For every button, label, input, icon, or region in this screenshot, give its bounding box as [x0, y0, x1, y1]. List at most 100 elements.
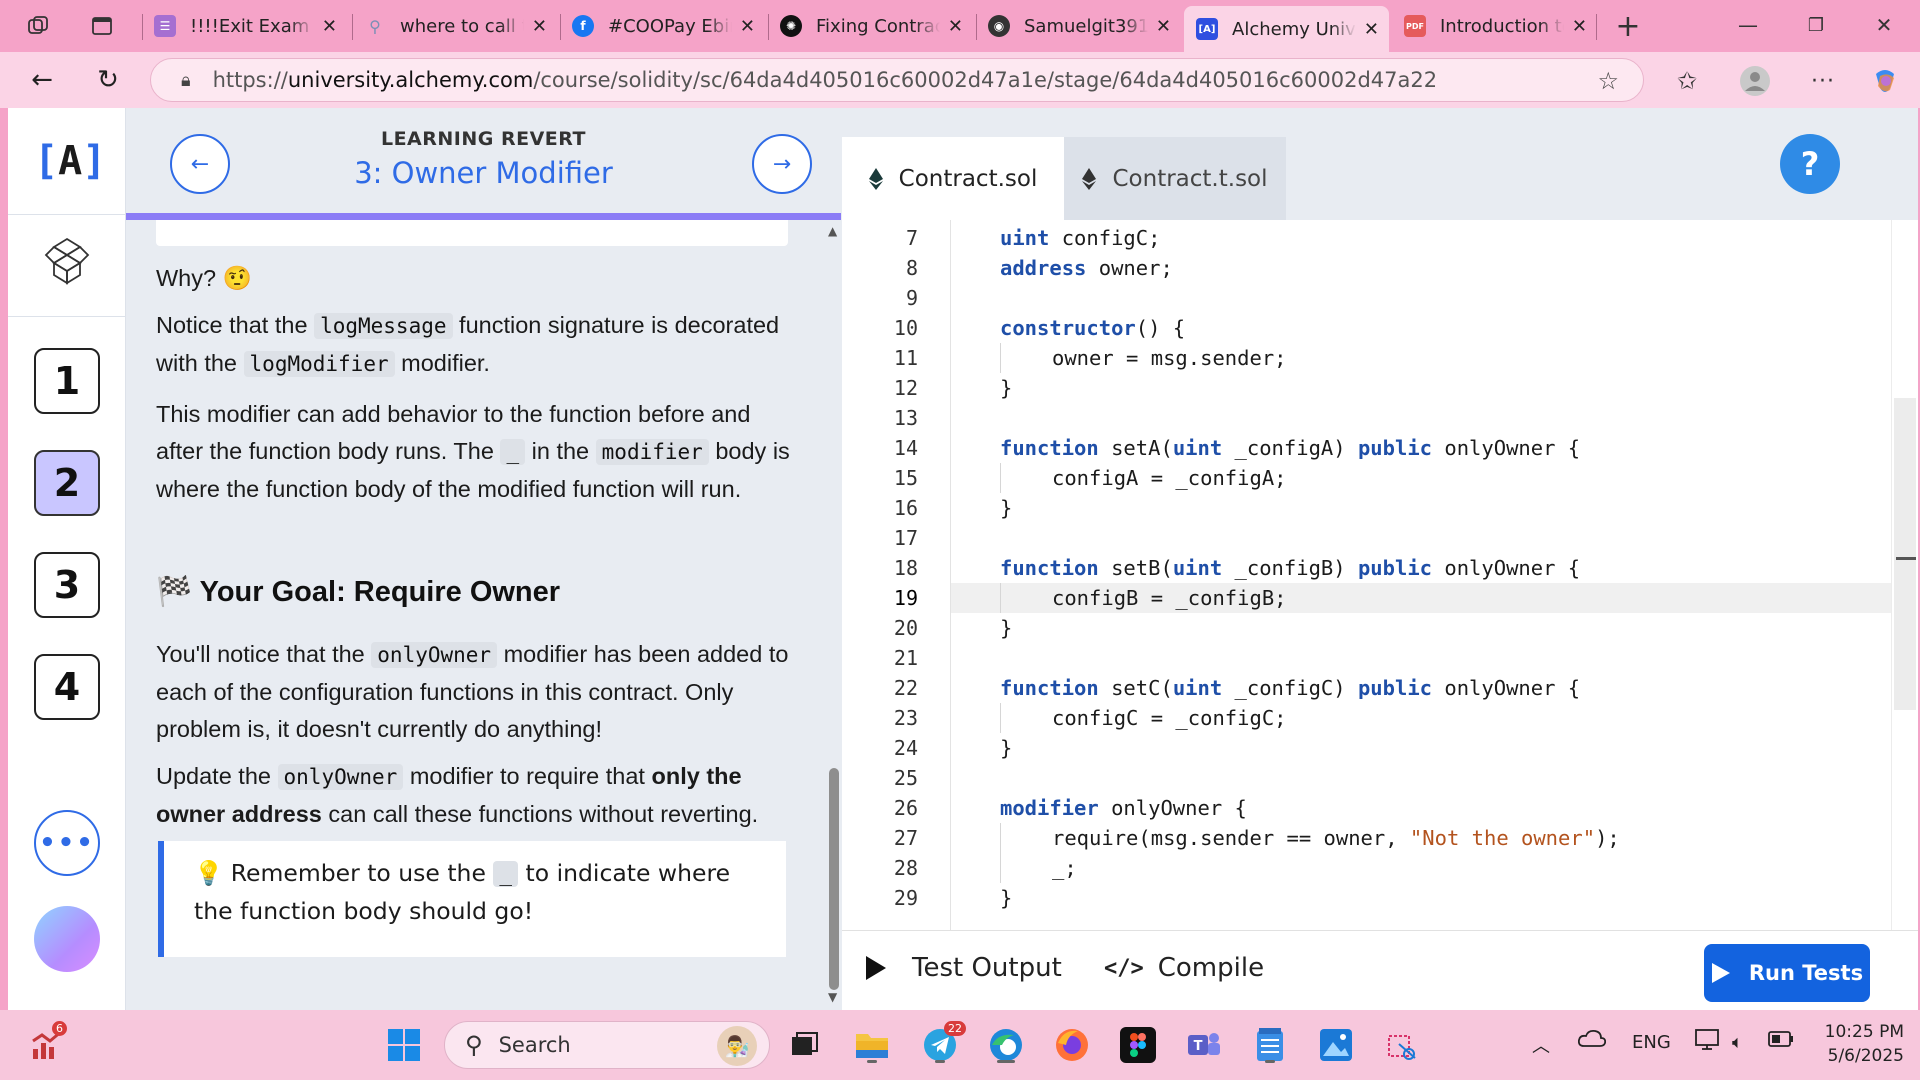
alchemy-favicon-icon: [A] [1196, 18, 1218, 40]
next-lesson-button[interactable]: → [752, 134, 812, 194]
restore-icon[interactable]: ❐ [1796, 10, 1836, 40]
code-editor[interactable]: 7 8 9 10 11 12 13 14 15 16 17 18 19 20 21 22 23 24 25 26 27 2… [842, 220, 1918, 930]
close-tab-icon[interactable]: ✕ [948, 16, 963, 37]
close-tab-icon[interactable]: ✕ [532, 16, 547, 37]
teams-icon[interactable]: T [1182, 1023, 1226, 1067]
battery-icon[interactable] [1768, 1030, 1794, 1053]
test-output-button[interactable]: Test Output [864, 953, 1062, 983]
code-line[interactable]: modifier onlyOwner { [1000, 793, 1247, 823]
code-line[interactable]: configC = _configC; [1052, 703, 1287, 733]
step-2-button[interactable]: 2 [34, 450, 100, 516]
profile-icon[interactable] [1738, 64, 1772, 98]
code-line[interactable]: } [1000, 733, 1012, 763]
refresh-icon[interactable]: ↻ [92, 64, 124, 96]
lesson-scrollbar[interactable]: ▲ ▼ [826, 220, 842, 1010]
close-window-icon[interactable]: ✕ [1864, 10, 1904, 40]
start-icon[interactable] [382, 1023, 426, 1067]
close-tab-icon[interactable]: ✕ [740, 16, 755, 37]
workspaces-icon[interactable] [24, 12, 52, 40]
vertical-tabs-icon[interactable] [88, 12, 116, 40]
close-tab-icon[interactable]: ✕ [1572, 16, 1587, 37]
photos-icon[interactable] [1314, 1023, 1358, 1067]
tab-label: Contract.t.sol [1112, 165, 1268, 192]
favorite-star-icon[interactable]: ☆ [1597, 67, 1619, 95]
browser-tab[interactable]: ✺ Fixing Contrac ✕ [768, 6, 973, 46]
code-line[interactable]: require(msg.sender == owner, "Not the ow… [1052, 823, 1620, 853]
new-tab-icon[interactable]: + [1614, 9, 1642, 44]
task-view-icon[interactable] [782, 1023, 826, 1067]
code-line[interactable]: function setC(uint _configC) public only… [1000, 673, 1580, 703]
figma-icon[interactable] [1116, 1023, 1160, 1067]
browser-tab[interactable]: f #COOPay Ebir ✕ [560, 6, 765, 46]
code-line[interactable]: } [1000, 493, 1012, 523]
code-line[interactable]: address owner; [1000, 253, 1173, 283]
help-button[interactable]: ? [1780, 134, 1840, 194]
play-icon [866, 956, 886, 980]
code-line[interactable]: uint configC; [1000, 223, 1160, 253]
notification-chart-icon[interactable]: 6 [26, 1021, 70, 1067]
code-line[interactable]: function setA(uint _configA) public only… [1000, 433, 1580, 463]
firefox-icon[interactable] [1050, 1023, 1094, 1067]
back-icon[interactable]: ← [26, 64, 58, 96]
run-tests-button[interactable]: Run Tests [1704, 944, 1870, 1002]
system-clock[interactable]: 10:25 PM 5/6/2025 [1810, 1020, 1904, 1068]
step-1-button[interactable]: 1 [34, 348, 100, 414]
line-number: 13 [893, 406, 918, 430]
browser-tab-active[interactable]: [A] Alchemy Unive ✕ [1184, 6, 1389, 52]
scroll-down-icon[interactable]: ▼ [828, 990, 837, 1004]
inline-code: logMessage [314, 313, 453, 339]
browser-tab[interactable]: ⚲ where to call t ✕ [352, 6, 557, 46]
close-tab-icon[interactable]: ✕ [1364, 19, 1379, 40]
alchemy-logo[interactable]: [A] [34, 138, 106, 184]
minimize-icon[interactable]: — [1728, 10, 1768, 40]
tab-contract-t-sol[interactable]: Contract.t.sol [1064, 137, 1286, 220]
favorites-icon[interactable]: ✩ [1670, 64, 1704, 98]
code-keyword: uint [1000, 226, 1050, 250]
step-3-button[interactable]: 3 [34, 552, 100, 618]
url-host: university.alchemy.com [287, 68, 534, 92]
code-line[interactable]: configA = _configA; [1052, 463, 1287, 493]
volume-icon[interactable]: 🔈︎ [1732, 1032, 1743, 1053]
user-avatar[interactable] [34, 906, 100, 972]
edge-browser-icon[interactable] [984, 1023, 1028, 1067]
code-line[interactable]: } [1000, 883, 1012, 913]
code-text: configB = _configB; [1052, 586, 1287, 610]
tab-contract-sol[interactable]: Contract.sol [842, 137, 1064, 220]
code-line[interactable]: function setB(uint _configB) public only… [1000, 553, 1580, 583]
inline-code: onlyOwner [371, 642, 498, 668]
code-line[interactable]: owner = msg.sender; [1052, 343, 1287, 373]
taskbar-search[interactable]: ⚲ Search 👨‍🔬 [444, 1021, 770, 1069]
editor-scroll-thumb[interactable] [1894, 398, 1916, 710]
close-tab-icon[interactable]: ✕ [322, 16, 337, 37]
language-indicator[interactable]: ENG [1632, 1032, 1671, 1053]
compile-button[interactable]: </> Compile [1104, 953, 1264, 983]
browser-tab[interactable]: ◉ Samuelgit3919 ✕ [976, 6, 1181, 46]
course-map-icon[interactable] [44, 236, 90, 286]
lesson-scroll-thumb[interactable] [829, 768, 839, 990]
paragraph: This modifier can add behavior to the fu… [156, 401, 790, 502]
snipping-tool-icon[interactable] [1380, 1023, 1424, 1067]
browser-tab[interactable]: PDF Introduction to ✕ [1392, 6, 1597, 46]
more-steps-button[interactable]: ••• [34, 810, 100, 876]
indent-guide [1000, 583, 1001, 613]
editor-scrollbar[interactable] [1891, 220, 1918, 930]
code-line[interactable]: } [1000, 613, 1012, 643]
close-tab-icon[interactable]: ✕ [1156, 16, 1171, 37]
notepad-icon[interactable] [1248, 1023, 1292, 1067]
scroll-up-icon[interactable]: ▲ [828, 224, 837, 238]
tab-title: Alchemy Unive [1232, 18, 1356, 40]
onedrive-icon[interactable] [1577, 1028, 1607, 1053]
chevron-up-icon[interactable]: ︿ [1532, 1032, 1550, 1058]
copilot-icon[interactable] [1868, 64, 1902, 98]
more-menu-icon[interactable]: ··· [1806, 64, 1840, 98]
code-line[interactable]: constructor() { [1000, 313, 1185, 343]
network-icon[interactable] [1694, 1028, 1720, 1057]
code-line[interactable]: } [1000, 373, 1012, 403]
step-4-button[interactable]: 4 [34, 654, 100, 720]
browser-tab[interactable]: ☰ !!!!Exit Exam Re ✕ [142, 6, 347, 46]
code-line[interactable]: _; [1052, 853, 1077, 883]
file-explorer-icon[interactable] [850, 1023, 894, 1067]
url-field[interactable]: 🔒︎ https://university.alchemy.com/course… [150, 58, 1644, 102]
telegram-icon[interactable]: 22 [918, 1021, 966, 1067]
code-line[interactable]: configB = _configB; [1052, 583, 1287, 613]
